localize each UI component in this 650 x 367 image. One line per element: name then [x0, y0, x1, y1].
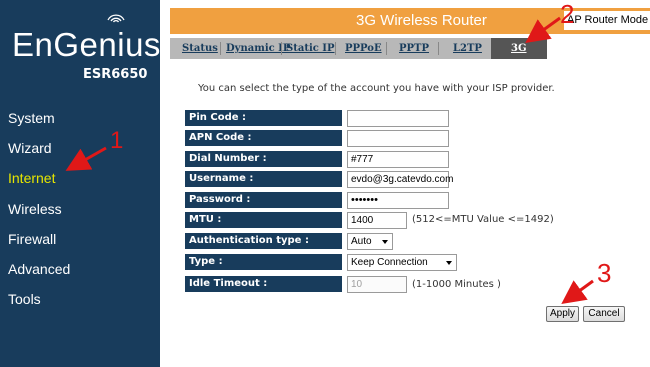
tab-divider: [220, 42, 221, 55]
dial-number-label: Dial Number :: [185, 151, 342, 167]
chevron-down-icon: [382, 240, 388, 244]
username-input[interactable]: evdo@3g.catevdo.com: [347, 171, 453, 188]
mtu-input[interactable]: 1400: [347, 212, 407, 229]
sidebar: EnGenius ESR6650 System Wizard Internet …: [0, 0, 160, 367]
annotation-number-1: 1: [110, 127, 124, 154]
type-select[interactable]: Keep Connection: [347, 254, 457, 271]
model-name: ESR6650: [83, 67, 148, 82]
tab-3g[interactable]: 3G: [511, 43, 527, 54]
password-label: Password :: [185, 192, 342, 208]
tab-divider: [281, 42, 282, 55]
annotation-number-3: 3: [597, 258, 612, 288]
tab-pppoe[interactable]: PPPoE: [345, 43, 382, 54]
apn-code-input[interactable]: [347, 130, 449, 147]
idle-timeout-input[interactable]: 10: [347, 276, 407, 293]
wan-tab-bar: Status Dynamic IP Static IP PPPoE PPTP L…: [170, 38, 547, 59]
password-input[interactable]: •••••••: [347, 192, 449, 209]
page-title: 3G Wireless Router: [356, 12, 487, 29]
pin-code-label: Pin Code :: [185, 110, 342, 126]
type-label: Type :: [185, 254, 342, 270]
tab-pptp[interactable]: PPTP: [399, 43, 429, 54]
mtu-label: MTU :: [185, 212, 342, 228]
tab-l2tp[interactable]: L2TP: [453, 43, 482, 54]
tab-static-ip[interactable]: Static IP: [286, 43, 335, 54]
idle-timeout-label: Idle Timeout :: [185, 276, 342, 292]
type-value: Keep Connection: [351, 257, 428, 268]
tab-divider: [335, 42, 336, 55]
nav-wireless[interactable]: Wireless: [8, 201, 62, 217]
auth-type-label: Authentication type :: [185, 233, 342, 249]
chevron-down-icon: [446, 261, 452, 265]
username-label: Username :: [185, 171, 342, 187]
engenius-logo: EnGenius: [12, 26, 161, 63]
annotation-number-2: 2: [560, 0, 575, 29]
tab-status[interactable]: Status: [182, 43, 218, 54]
wireless-signal-icon: [107, 14, 125, 23]
auth-type-value: Auto: [351, 236, 372, 247]
apply-button[interactable]: Apply: [546, 306, 579, 322]
router-mode-select[interactable]: AP Router Mode: [564, 11, 650, 30]
page-description: You can select the type of the account y…: [198, 83, 555, 94]
nav-firewall[interactable]: Firewall: [8, 231, 56, 247]
tab-divider: [386, 42, 387, 55]
nav-tools[interactable]: Tools: [8, 291, 41, 307]
nav-advanced[interactable]: Advanced: [8, 261, 70, 277]
header-bar: 3G Wireless Router AP Router Mode: [170, 8, 650, 34]
nav-system[interactable]: System: [8, 110, 55, 126]
idle-timeout-hint: (1-1000 Minutes ): [412, 279, 501, 290]
nav-internet[interactable]: Internet: [8, 170, 55, 186]
mtu-hint: (512<=MTU Value <=1492): [412, 214, 554, 225]
auth-type-select[interactable]: Auto: [347, 233, 393, 250]
nav-wizard[interactable]: Wizard: [8, 140, 52, 156]
annotation-arrow-3: [561, 279, 594, 305]
cancel-button[interactable]: Cancel: [583, 306, 625, 322]
pin-code-input[interactable]: [347, 110, 449, 127]
dial-number-input[interactable]: #777: [347, 151, 449, 168]
apn-code-label: APN Code :: [185, 130, 342, 146]
tab-divider: [438, 42, 439, 55]
